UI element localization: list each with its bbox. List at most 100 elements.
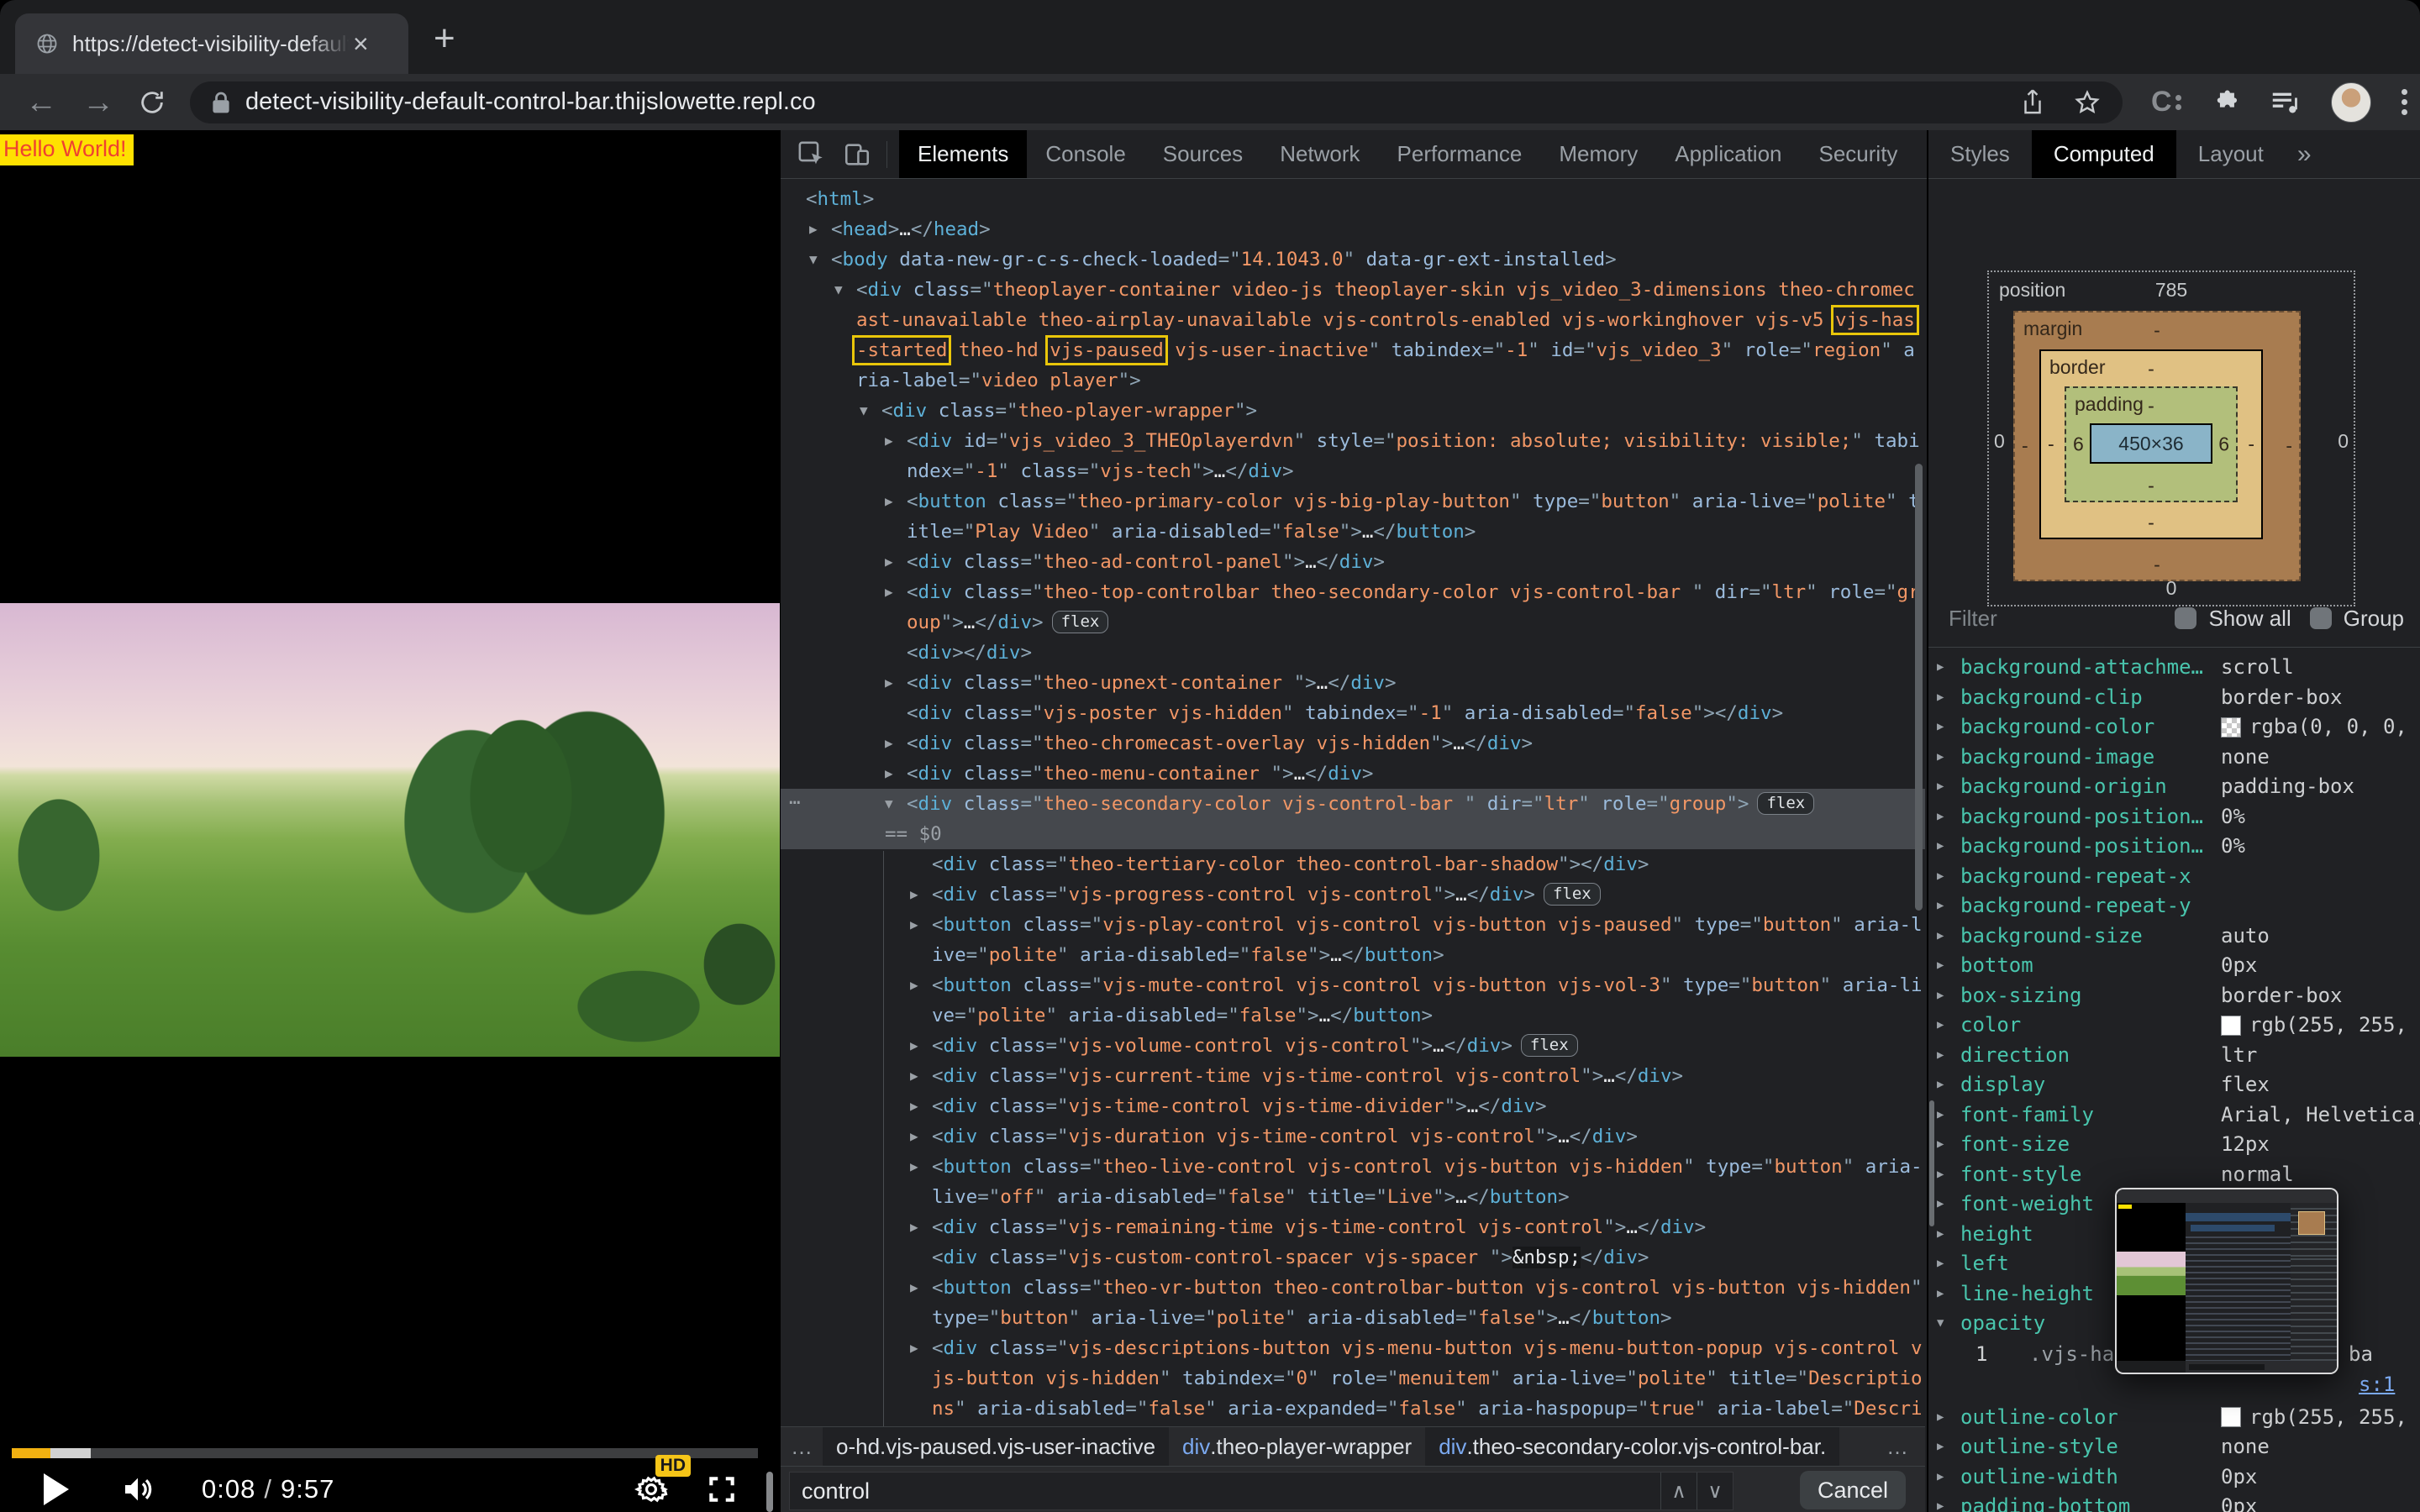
- computed-property-row[interactable]: ▶background-repeat-y: [1928, 891, 2420, 921]
- computed-property-row[interactable]: ▶font-stylenormal: [1928, 1160, 2420, 1190]
- cancel-button[interactable]: Cancel: [1800, 1471, 1906, 1509]
- elements-tree-row[interactable]: ▼<body data-new-gr-c-s-check-loaded="14.…: [781, 244, 1925, 275]
- stylesheet-source-link[interactable]: s:1: [2359, 1369, 2395, 1399]
- sidebar-more-tabs-icon[interactable]: »: [2286, 140, 2323, 169]
- page-scrollbar[interactable]: [766, 1472, 773, 1512]
- share-icon[interactable]: [2020, 88, 2045, 117]
- elements-tree-row[interactable]: ▶<div class="vjs-volume-control vjs-cont…: [781, 1031, 1925, 1061]
- computed-property-row[interactable]: ▶displayflex: [1928, 1070, 2420, 1100]
- bookmark-star-icon[interactable]: [2074, 89, 2101, 116]
- elements-tree-row[interactable]: ▶<head>…</head>: [781, 214, 1925, 244]
- search-next-icon[interactable]: ∨: [1697, 1473, 1733, 1509]
- devtools-tab-memory[interactable]: Memory: [1540, 130, 1656, 178]
- breadcrumb-item[interactable]: o-hd.vjs-paused.vjs-user-inactive: [823, 1427, 1169, 1466]
- video-frame[interactable]: [0, 603, 780, 1057]
- box-model-diagram[interactable]: position 785 0 0 0 margin - - - - border…: [1987, 270, 2355, 606]
- devtools-tab-elements[interactable]: Elements: [899, 130, 1027, 178]
- breadcrumb-item[interactable]: div.theo-secondary-color.vjs-control-bar…: [1425, 1427, 1839, 1466]
- devtools-tab-security[interactable]: Security: [1801, 130, 1917, 178]
- devtools-tab-performance[interactable]: Performance: [1379, 130, 1541, 178]
- elements-tree-row[interactable]: ▶<div id="vjs_video_3_THEOplayerdvn" sty…: [781, 426, 1925, 486]
- computed-property-row[interactable]: ▶outline-stylenone: [1928, 1432, 2420, 1462]
- video-progress-bar[interactable]: [12, 1448, 758, 1458]
- computed-property-row[interactable]: ▶outline-width0px: [1928, 1462, 2420, 1493]
- elements-tree-row[interactable]: ▶<div class="theo-top-controlbar theo-se…: [781, 577, 1925, 638]
- back-button[interactable]: ←: [25, 87, 57, 118]
- browser-tab[interactable]: https://detect-visibility-default ×: [15, 13, 408, 74]
- elements-tree-row[interactable]: ▶<div class="vjs-descriptions-button vjs…: [781, 1333, 1925, 1426]
- computed-property-row[interactable]: ▶directionltr: [1928, 1041, 2420, 1071]
- selected-element-row[interactable]: ▼<div class="theo-secondary-color vjs-co…: [781, 789, 1925, 849]
- fullscreen-button[interactable]: [706, 1473, 738, 1505]
- elements-tree-row[interactable]: <html>: [781, 184, 1925, 214]
- elements-tree-row[interactable]: ▶<div class="vjs-current-time vjs-time-c…: [781, 1061, 1925, 1091]
- computed-property-row[interactable]: ▶box-sizingborder-box: [1928, 981, 2420, 1011]
- extensions-puzzle-icon[interactable]: [2212, 88, 2240, 117]
- screenshot-preview-thumbnail[interactable]: [2115, 1188, 2338, 1374]
- elements-tree-row[interactable]: ▼<div class="theoplayer-container video-…: [781, 275, 1925, 396]
- computed-property-row[interactable]: ▶background-colorrgba(0, 0, 0, 0: [1928, 712, 2420, 743]
- elements-tree-row[interactable]: ▶<div class="vjs-duration vjs-time-contr…: [781, 1121, 1925, 1152]
- search-prev-icon[interactable]: ∧: [1660, 1473, 1697, 1509]
- device-toolbar-icon[interactable]: [843, 140, 871, 169]
- elements-tree-row[interactable]: ▼<div class="theo-secondary-color vjs-co…: [781, 789, 1925, 819]
- elements-tree-row[interactable]: <div class="vjs-poster vjs-hidden" tabin…: [781, 698, 1925, 728]
- elements-tree-row[interactable]: ▶<button class="theo-live-control vjs-co…: [781, 1152, 1925, 1212]
- show-all-checkbox[interactable]: [2175, 607, 2196, 629]
- profile-avatar[interactable]: [2331, 82, 2371, 123]
- computed-property-row[interactable]: ▶font-size12px: [1928, 1130, 2420, 1160]
- elements-tree-row[interactable]: ▼<div class="theo-player-wrapper">: [781, 396, 1925, 426]
- forward-button[interactable]: →: [82, 87, 114, 118]
- computed-property-row[interactable]: ▶background-sizeauto: [1928, 921, 2420, 952]
- elements-tree-row[interactable]: ▶<div class="vjs-remaining-time vjs-time…: [781, 1212, 1925, 1242]
- elements-tree-row[interactable]: ▶<div class="vjs-time-control vjs-time-d…: [781, 1091, 1925, 1121]
- computed-property-row[interactable]: ▶background-imagenone: [1928, 743, 2420, 773]
- elements-tree-row[interactable]: ▶<div class="theo-menu-container ">…</di…: [781, 759, 1925, 789]
- elements-tree-row[interactable]: ▶<button class="vjs-play-control vjs-con…: [781, 910, 1925, 970]
- browser-menu-icon[interactable]: [2402, 85, 2407, 119]
- computed-property-row[interactable]: ▶background-clipborder-box: [1928, 683, 2420, 713]
- search-input[interactable]: control ∧ ∨: [789, 1472, 1733, 1510]
- devtools-tab-sources[interactable]: Sources: [1144, 130, 1261, 178]
- inspect-element-icon[interactable]: [797, 140, 826, 169]
- elements-tree-row[interactable]: <div></div>: [781, 638, 1925, 668]
- reload-button[interactable]: [138, 88, 166, 117]
- media-playlist-icon[interactable]: [2270, 88, 2301, 117]
- volume-icon[interactable]: [121, 1473, 155, 1506]
- elements-tree-row[interactable]: ▶<div class="vjs-progress-control vjs-co…: [781, 879, 1925, 910]
- elements-tree-row[interactable]: ▶<button class="vjs-mute-control vjs-con…: [781, 970, 1925, 1031]
- sidebar-scrollbar[interactable]: [1929, 1100, 1934, 1226]
- sidebar-tab-computed[interactable]: Computed: [2032, 130, 2176, 178]
- elements-tree-row[interactable]: ▶<button class="theo-vr-button theo-cont…: [781, 1273, 1925, 1333]
- filter-input[interactable]: Filter: [1949, 606, 2175, 632]
- computed-property-row[interactable]: ▶font-familyArial, Helvetica,: [1928, 1100, 2420, 1131]
- box-model-content[interactable]: 450×36: [2090, 423, 2212, 464]
- breadcrumb-item[interactable]: div.theo-player-wrapper: [1169, 1427, 1425, 1466]
- computed-property-row[interactable]: ▶background-position…0%: [1928, 802, 2420, 832]
- computed-property-row[interactable]: ▶padding-bottom0px: [1928, 1492, 2420, 1512]
- computed-property-row[interactable]: ▶background-originpadding-box: [1928, 772, 2420, 802]
- address-bar[interactable]: detect-visibility-default-control-bar.th…: [190, 81, 2123, 123]
- devtools-tab-application[interactable]: Application: [1656, 130, 1800, 178]
- group-checkbox[interactable]: [2310, 607, 2332, 629]
- player-settings-button[interactable]: HD: [634, 1472, 669, 1507]
- elements-tree-row[interactable]: <div class="theo-tertiary-color theo-con…: [781, 849, 1925, 879]
- box-model-border[interactable]: border - - - - padding - 6 6 - 450×36: [2039, 349, 2263, 539]
- tab-close-icon[interactable]: ×: [353, 30, 369, 57]
- elements-tree-row[interactable]: <div class="vjs-custom-control-spacer vj…: [781, 1242, 1925, 1273]
- elements-tree-row[interactable]: ▶<div class="theo-ad-control-panel">…</d…: [781, 547, 1925, 577]
- sidebar-tab-styles[interactable]: Styles: [1928, 130, 2032, 178]
- box-model-margin[interactable]: margin - - - - border - - - - padding -: [2013, 311, 2301, 581]
- box-model-padding[interactable]: padding - 6 6 - 450×36: [2065, 386, 2238, 502]
- play-button[interactable]: [44, 1473, 69, 1505]
- sidebar-tab-layout[interactable]: Layout: [2176, 130, 2286, 178]
- computed-property-row[interactable]: ▶outline-colorrgb(255, 255, 25: [1928, 1403, 2420, 1433]
- elements-tree-row[interactable]: ▶<div class="theo-upnext-container ">…</…: [781, 668, 1925, 698]
- computed-property-row[interactable]: ▶bottom0px: [1928, 951, 2420, 981]
- extension-c-icon[interactable]: C: [2151, 86, 2181, 118]
- elements-tree-row[interactable]: ▶<button class="theo-primary-color vjs-b…: [781, 486, 1925, 547]
- computed-property-row[interactable]: ▶background-position…0%: [1928, 832, 2420, 862]
- computed-property-row[interactable]: ▶background-repeat-x: [1928, 862, 2420, 892]
- computed-property-row[interactable]: ▶background-attachme…scroll: [1928, 653, 2420, 683]
- computed-property-row[interactable]: ▶colorrgb(255, 255, 25: [1928, 1011, 2420, 1041]
